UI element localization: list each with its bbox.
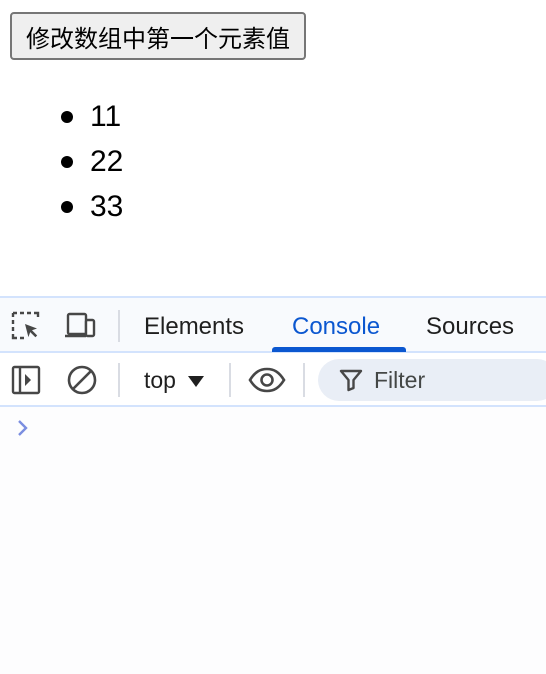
toolbar-divider [303,363,305,397]
list-item-text: 11 [90,100,122,133]
console-toolbar: top [0,353,546,407]
device-toolbar-icon[interactable] [64,310,96,342]
inspect-element-icon[interactable] [10,310,42,342]
list-item: 11 [56,96,123,141]
tab-elements[interactable]: Elements [144,298,244,353]
active-tab-indicator [272,347,406,352]
list-item: 22 [56,141,123,186]
context-selector[interactable]: top [140,361,208,399]
bullet-icon [61,111,73,123]
devtools-tab-bar: Elements Console Sources [0,298,546,353]
toolbar-divider [118,363,120,397]
tab-console[interactable]: Console [292,298,380,353]
context-value: top [144,367,176,393]
filter-input[interactable] [374,359,546,401]
value-list: 11 22 33 [56,96,123,231]
bullet-icon [61,156,73,168]
filter-box[interactable] [318,359,546,401]
devtools-panel: Elements Console Sources top [0,296,546,674]
list-item-text: 33 [90,190,124,223]
list-item: 33 [56,186,123,231]
list-item-text: 22 [90,145,124,178]
tab-sources[interactable]: Sources [426,298,514,353]
prompt-chevron-icon [18,420,28,436]
page-content: 修改数组中第一个元素值 11 22 33 [0,0,546,296]
sidebar-toggle-icon[interactable] [10,364,42,396]
toolbar-divider [229,363,231,397]
caret-down-icon [187,376,204,388]
clear-console-icon[interactable] [66,364,98,396]
toolbar-divider [118,310,120,342]
eye-icon[interactable] [248,364,286,396]
bullet-icon [61,201,73,213]
filter-icon [339,369,363,392]
modify-first-element-button[interactable]: 修改数组中第一个元素值 [10,12,306,60]
